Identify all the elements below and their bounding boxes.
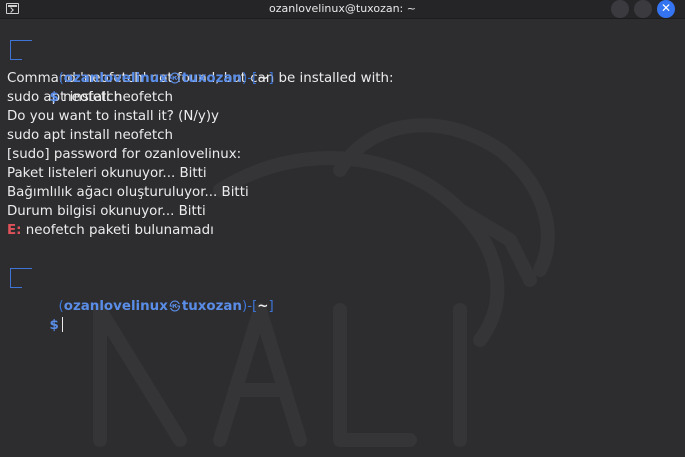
terminal-output[interactable]: (ozanlovelinux ㉿ tuxozan)-[~] $ neofetch C… [7, 31, 677, 333]
prompt-input-line: $ neofetch [7, 50, 677, 105]
output-line: Bağımlılık ağacı oluşturuluyor... Bitti [7, 185, 249, 200]
prompt-header: (ozanlovelinux ㉿ tuxozan)-[~] [7, 31, 677, 86]
prompt-host: tuxozan [181, 299, 242, 314]
output-line: Paket listeleri okunuyor... Bitti [7, 166, 207, 181]
prompt-input-line[interactable]: $ [7, 278, 677, 333]
prompt-corner-bottom [10, 50, 22, 60]
output-line: Durum bilgisi okunuyor... Bitti [7, 204, 206, 219]
prompt-corner-bottom [10, 278, 22, 288]
kali-skull-icon: ㉿ [169, 300, 181, 313]
output-line: Do you want to install it? (N/y)y [7, 109, 219, 124]
terminal-window: ozanlovelinux@tuxozan: ~ ✕ (ozanlovelinu… [0, 0, 685, 457]
close-button[interactable]: ✕ [657, 0, 675, 18]
prompt-host: tuxozan [181, 71, 242, 86]
output-line: sudo apt install neofetch [7, 128, 173, 143]
kali-skull-icon: ㉿ [169, 72, 181, 85]
entered-command: neofetch [63, 90, 123, 105]
prompt-symbol: $ [49, 318, 59, 333]
close-icon: ✕ [660, 1, 672, 15]
error-prefix: E: [7, 223, 22, 238]
prompt-user: ozanlovelinux [63, 71, 168, 86]
title-bar[interactable]: ozanlovelinux@tuxozan: ~ ✕ [0, 0, 685, 19]
prompt-symbol: $ [49, 90, 59, 105]
prompt-corner-top [10, 268, 32, 278]
prompt-user: ozanlovelinux [63, 299, 168, 314]
prompt-corner-top [10, 40, 32, 50]
prompt-header: (ozanlovelinux ㉿ tuxozan)-[~] [7, 259, 677, 314]
output-line: [sudo] password for ozanlovelinux: [7, 147, 242, 162]
maximize-button[interactable] [634, 0, 652, 18]
prompt-dir: ~ [257, 299, 269, 314]
minimize-button[interactable] [611, 0, 629, 18]
text-cursor [61, 317, 63, 332]
window-title: ozanlovelinux@tuxozan: ~ [269, 2, 416, 15]
error-line: E: neofetch paketi bulunamadı [7, 221, 677, 240]
prompt-dir: ~ [257, 71, 269, 86]
error-message: neofetch paketi bulunamadı [21, 223, 214, 238]
